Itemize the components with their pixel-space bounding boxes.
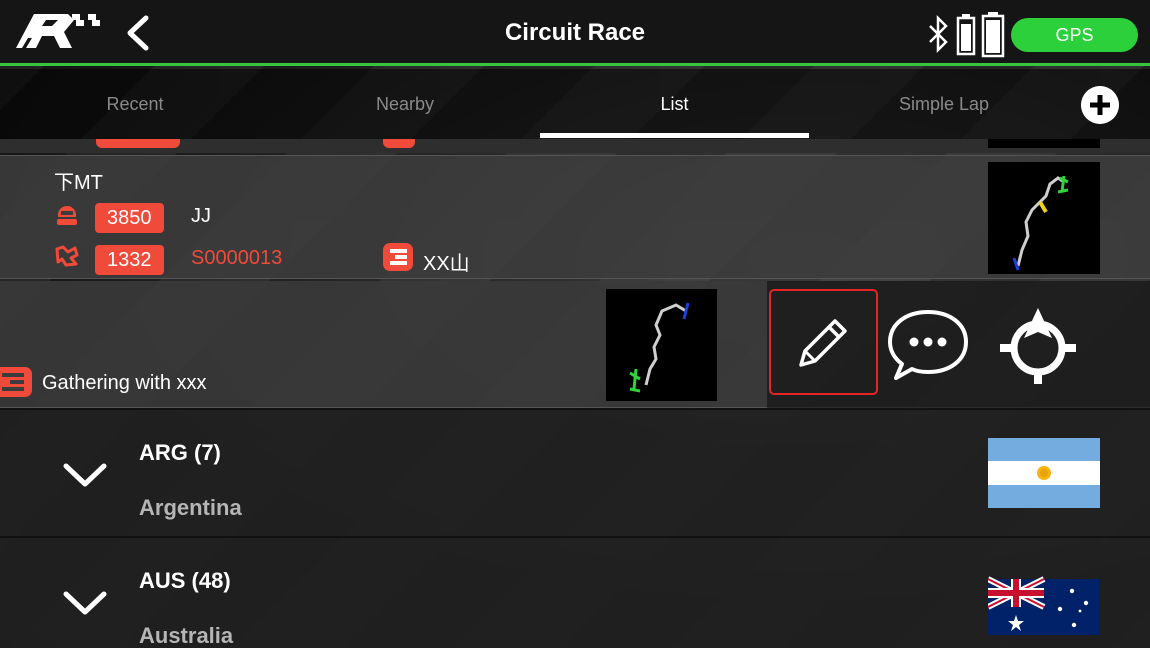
tab-nearby[interactable]: Nearby: [270, 69, 540, 139]
track-map-thumbnail: [606, 289, 717, 401]
chevron-down-icon[interactable]: [62, 460, 108, 490]
driver-count-badge: 3850: [95, 203, 164, 233]
comment-icon[interactable]: [886, 304, 970, 384]
driver-helmet-icon: [57, 206, 77, 225]
device-battery-icon: [956, 14, 976, 56]
track-name: Gathering with xxx: [42, 372, 207, 394]
track-id: S0000013: [191, 247, 283, 269]
track-row-swiped[interactable]: Gathering with xxx: [0, 281, 1150, 408]
argentina-flag-icon: [988, 438, 1100, 508]
pencil-icon: [799, 319, 847, 367]
track-location: XX山: [423, 253, 470, 275]
active-tab-indicator: [540, 133, 809, 138]
track-owner: JJ: [191, 205, 211, 227]
track-length-badge: 1332: [95, 245, 164, 275]
tab-recent[interactable]: Recent: [0, 69, 270, 139]
add-icon[interactable]: [1081, 86, 1119, 124]
bluetooth-icon: [929, 14, 948, 54]
location-tag-icon: [383, 243, 413, 271]
country-row-australia[interactable]: AUS (48) Australia: [0, 536, 1150, 648]
country-name: Argentina: [139, 495, 242, 520]
country-code: AUS (48): [139, 568, 231, 593]
badge-partial: [96, 139, 180, 148]
phone-battery-icon: [981, 12, 1005, 58]
australia-flag-icon: [988, 576, 1100, 635]
track-name: 下MT: [54, 172, 103, 194]
page-title: Circuit Race: [504, 19, 646, 46]
track-map-thumbnail: [988, 139, 1100, 148]
track-map-thumbnail: [988, 162, 1100, 274]
track-row[interactable]: 下MT 3850 JJ 1332 S0000013 XX山: [0, 155, 1150, 279]
country-code: ARG (7): [139, 440, 221, 465]
chevron-down-icon[interactable]: [62, 588, 108, 618]
edit-button[interactable]: [769, 289, 878, 395]
badge-partial: [383, 139, 415, 148]
tab-simple-lap[interactable]: Simple Lap: [809, 69, 1079, 139]
country-name: Australia: [139, 623, 234, 648]
gps-status-button[interactable]: GPS: [1011, 18, 1138, 52]
tab-bar: Recent Nearby List Simple Lap: [0, 69, 1150, 139]
locate-icon[interactable]: [1000, 308, 1076, 384]
track-layout-icon: [55, 245, 79, 267]
tab-list[interactable]: List: [540, 69, 809, 139]
country-row-argentina[interactable]: ARG (7) Argentina: [0, 408, 1150, 536]
location-tag-icon: [0, 367, 32, 397]
track-row-partial: [0, 139, 1150, 153]
top-bar: Circuit Race GPS: [0, 0, 1150, 66]
